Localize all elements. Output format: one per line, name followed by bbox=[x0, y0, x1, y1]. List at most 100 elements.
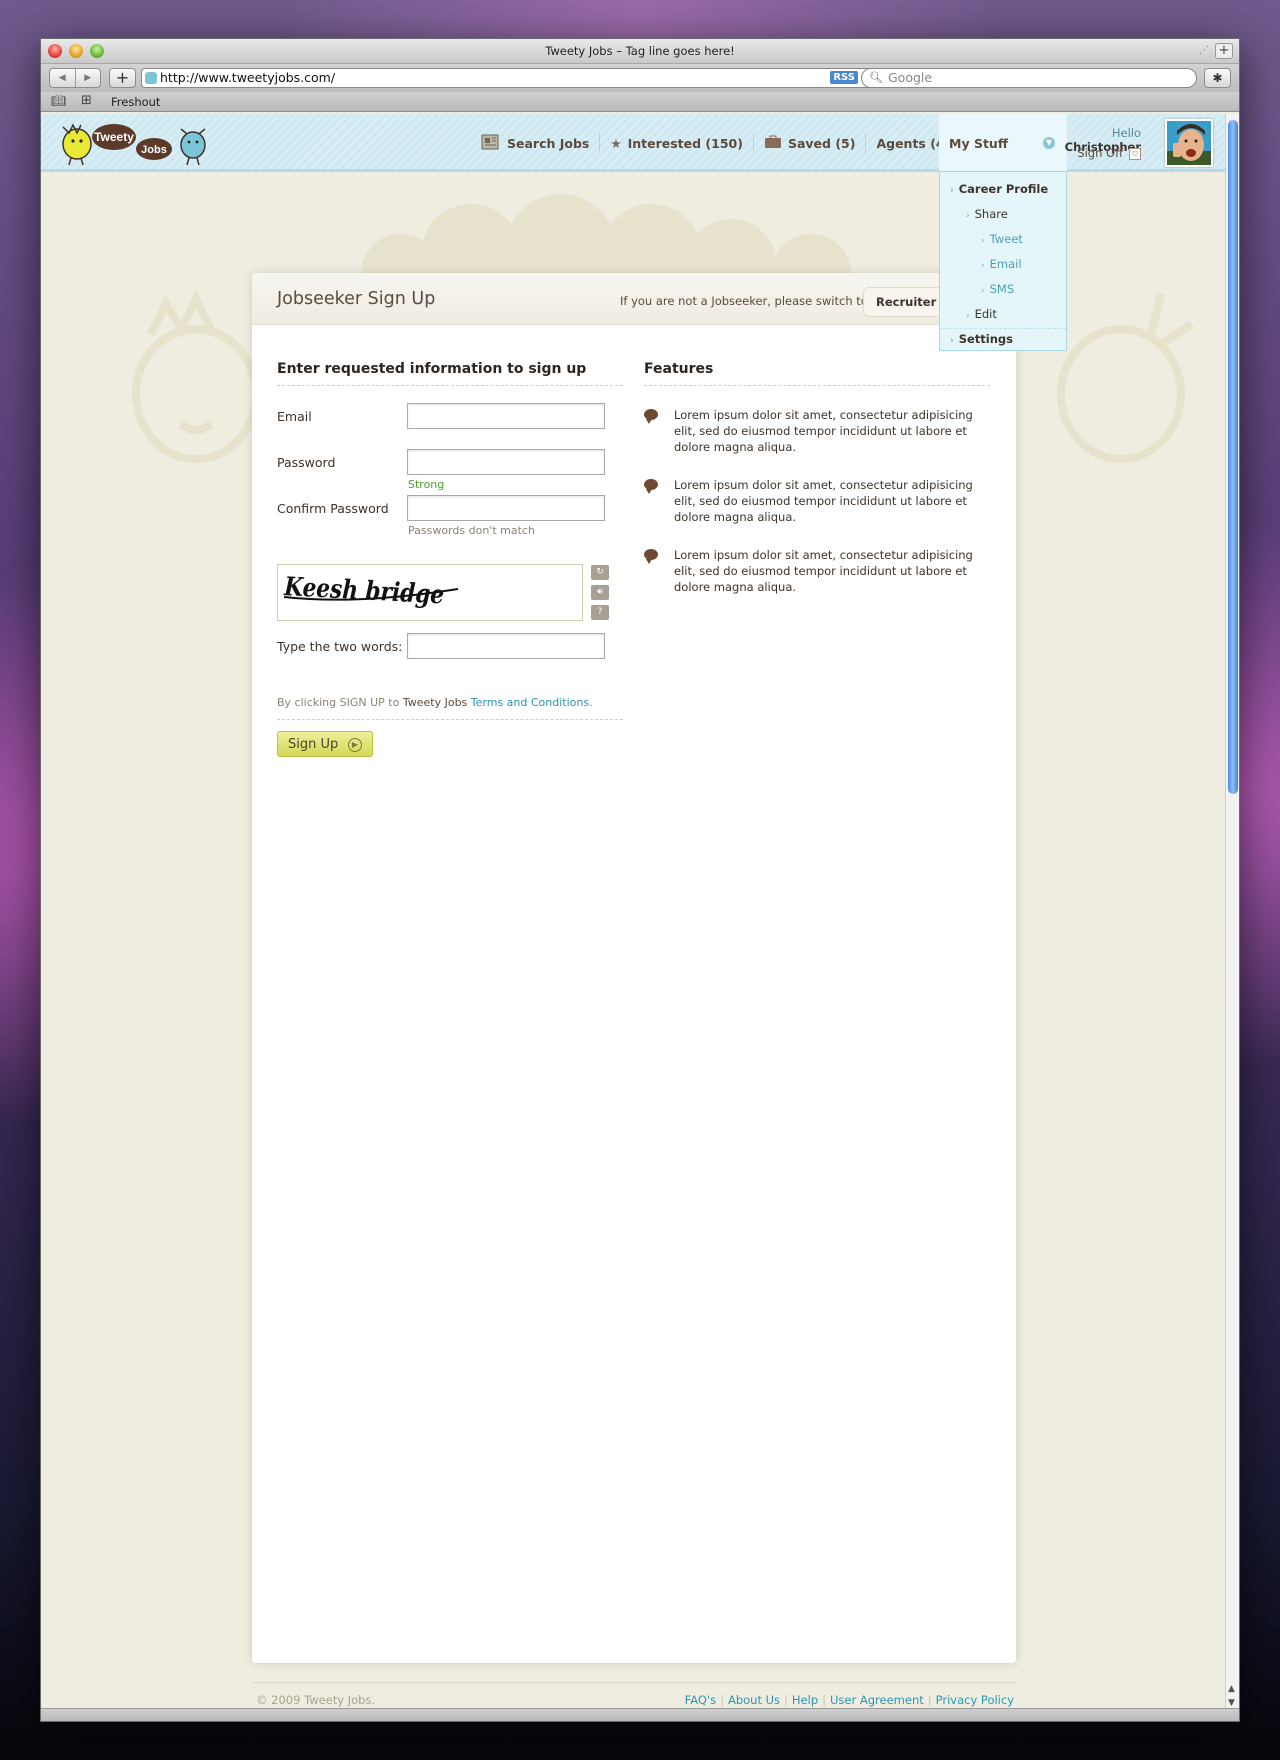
footer-link-help[interactable]: Help bbox=[792, 1693, 818, 1707]
captcha-label: Type the two words: bbox=[277, 639, 403, 654]
hello-prefix: Hello bbox=[1111, 126, 1141, 140]
menu-settings[interactable]: › Settings bbox=[950, 332, 1013, 346]
avatar[interactable] bbox=[1165, 119, 1213, 167]
card-header: Jobseeker Sign Up If you are not a Jobse… bbox=[252, 273, 1023, 325]
signup-button[interactable]: Sign Up ▶ bbox=[277, 731, 373, 757]
menu-edit[interactable]: › Edit bbox=[966, 307, 997, 321]
rss-button[interactable]: RSS bbox=[830, 71, 858, 84]
email-field[interactable] bbox=[407, 403, 605, 429]
nav-interested-label: Interested (150) bbox=[627, 135, 743, 151]
speech-bubble-icon bbox=[644, 409, 658, 424]
chevron-right-icon: › bbox=[950, 336, 954, 346]
menu-career-profile[interactable]: › Career Profile bbox=[950, 182, 1048, 196]
captcha-input[interactable] bbox=[407, 633, 605, 659]
terms-suffix: . bbox=[589, 696, 593, 709]
back-button[interactable]: ◀ bbox=[50, 69, 75, 87]
speech-bubble-icon bbox=[644, 549, 658, 564]
add-bookmark-button[interactable]: + bbox=[109, 68, 136, 88]
sign-off-icon: ⏻ bbox=[1129, 147, 1141, 160]
password-strength: Strong bbox=[408, 478, 445, 491]
footer-link-user-agreement[interactable]: User Agreement bbox=[830, 1693, 924, 1707]
sign-off-label: Sign Off bbox=[1077, 146, 1123, 160]
address-bar[interactable]: http://www.tweetyjobs.com/ RSS ↻ bbox=[141, 68, 881, 88]
password-field[interactable] bbox=[407, 449, 605, 475]
briefcase-icon bbox=[764, 135, 782, 152]
nav-interested[interactable]: ★ Interested (150) bbox=[600, 133, 754, 153]
feature-text: Lorem ipsum dolor sit amet, consectetur … bbox=[674, 548, 973, 594]
bookmarks-bar: 📖︎ ⊞ Freshout bbox=[41, 92, 1239, 112]
password-label: Password bbox=[277, 455, 336, 470]
nav-search-jobs-label: Search Jobs bbox=[507, 135, 590, 151]
nav-saved-label: Saved (5) bbox=[787, 135, 856, 151]
help-captcha-icon[interactable]: ? bbox=[591, 605, 609, 620]
grid-icon[interactable]: ⊞ bbox=[81, 93, 92, 108]
arrow-right-icon: ▶ bbox=[348, 738, 362, 752]
browser-search-input[interactable]: 🔍︎ Google bbox=[861, 68, 1197, 88]
menu-edit-label: Edit bbox=[974, 307, 997, 321]
bookmark-freshout[interactable]: Freshout bbox=[111, 95, 160, 109]
scroll-down-icon[interactable]: ▼ bbox=[1228, 1698, 1235, 1708]
confirm-password-label: Confirm Password bbox=[277, 501, 389, 516]
footer-link-about[interactable]: About Us bbox=[728, 1693, 780, 1707]
signup-label: Sign Up bbox=[288, 737, 339, 752]
features-title: Features bbox=[644, 361, 990, 386]
feature-text: Lorem ipsum dolor sit amet, consectetur … bbox=[674, 408, 973, 454]
email-label: Email bbox=[277, 409, 312, 424]
debug-button[interactable]: ✱ bbox=[1204, 68, 1231, 88]
menu-email[interactable]: › Email bbox=[981, 257, 1022, 271]
chevron-right-icon: › bbox=[966, 311, 970, 321]
back-forward-buttons: ◀ ▶ bbox=[49, 68, 101, 88]
menu-share[interactable]: › Share bbox=[966, 207, 1008, 221]
footer-link-faq[interactable]: FAQ's bbox=[685, 1693, 716, 1707]
terms-brand: Tweety Jobs bbox=[402, 696, 468, 709]
feature-text: Lorem ipsum dolor sit amet, consectetur … bbox=[674, 478, 973, 524]
audio-captcha-icon[interactable]: 🔊︎ bbox=[591, 585, 609, 600]
refresh-captcha-icon[interactable]: ↻ bbox=[591, 565, 609, 580]
menu-share-label: Share bbox=[974, 207, 1008, 221]
resize-grip-icon: ⋰ bbox=[1199, 45, 1209, 56]
menu-tweet[interactable]: › Tweet bbox=[981, 232, 1023, 246]
feature-item: Lorem ipsum dolor sit amet, consectetur … bbox=[644, 547, 974, 595]
browser-window: Tweety Jobs – Tag line goes here! ⋰ + ◀ … bbox=[40, 38, 1240, 1722]
nav-saved[interactable]: Saved (5) bbox=[754, 133, 867, 153]
page-viewport: Tweety Jobs Search Jobs ★ Interested (15 bbox=[41, 114, 1227, 1710]
menu-sms[interactable]: › SMS bbox=[981, 282, 1014, 296]
logo-text-jobs: Jobs bbox=[141, 144, 167, 156]
terms-link[interactable]: Terms and Conditions bbox=[471, 696, 589, 709]
speech-bubble-icon bbox=[644, 479, 658, 494]
window-title: Tweety Jobs – Tag line goes here! bbox=[545, 44, 735, 58]
search-icon: 🔍︎ bbox=[869, 71, 883, 84]
status-bar bbox=[41, 1708, 1239, 1721]
my-stuff-dropdown: › Career Profile › Share › Tweet › Email › SM… bbox=[939, 171, 1067, 351]
logo-text-tweety: Tweety bbox=[94, 130, 134, 144]
terms-note: By clicking SIGN UP to Tweety Jobs Terms… bbox=[277, 696, 623, 720]
footer-separator: | bbox=[720, 1693, 724, 1707]
newspaper-icon bbox=[481, 133, 501, 154]
signup-card: Jobseeker Sign Up If you are not a Jobse… bbox=[252, 273, 1023, 1663]
menu-settings-label: Settings bbox=[958, 332, 1014, 346]
scroll-up-icon[interactable]: ▲ bbox=[1228, 1684, 1235, 1694]
book-icon[interactable]: 📖︎ bbox=[51, 94, 66, 108]
tweety-jobs-logo[interactable]: Tweety Jobs bbox=[49, 119, 219, 169]
forward-button[interactable]: ▶ bbox=[74, 69, 101, 87]
footer-link-privacy[interactable]: Privacy Policy bbox=[936, 1693, 1014, 1707]
menu-divider bbox=[940, 328, 1066, 329]
scrollbar-thumb[interactable] bbox=[1228, 120, 1238, 794]
switch-text: If you are not a Jobseeker, please switc… bbox=[620, 294, 868, 308]
main-nav: Search Jobs ★ Interested (150) Saved (5)… bbox=[471, 114, 984, 172]
confirm-password-field[interactable] bbox=[407, 495, 605, 521]
footer-separator: | bbox=[784, 1693, 788, 1707]
star-icon: ★ bbox=[610, 135, 622, 151]
menu-sms-label: SMS bbox=[989, 282, 1015, 296]
chevron-right-icon: › bbox=[981, 261, 985, 271]
nav-search-jobs[interactable]: Search Jobs bbox=[471, 133, 601, 154]
vertical-scrollbar[interactable]: ▲ ▼ bbox=[1225, 114, 1239, 1710]
favicon-icon bbox=[145, 72, 157, 84]
footer-separator: | bbox=[927, 1693, 932, 1707]
menu-email-label: Email bbox=[989, 257, 1022, 271]
title-bar: Tweety Jobs – Tag line goes here! ⋰ + bbox=[41, 39, 1239, 64]
sign-off-link[interactable]: Sign Off ⏻ bbox=[1041, 146, 1141, 160]
footer-separator: | bbox=[822, 1693, 826, 1707]
new-tab-button[interactable]: + bbox=[1215, 43, 1233, 59]
feature-item: Lorem ipsum dolor sit amet, consectetur … bbox=[644, 477, 974, 525]
